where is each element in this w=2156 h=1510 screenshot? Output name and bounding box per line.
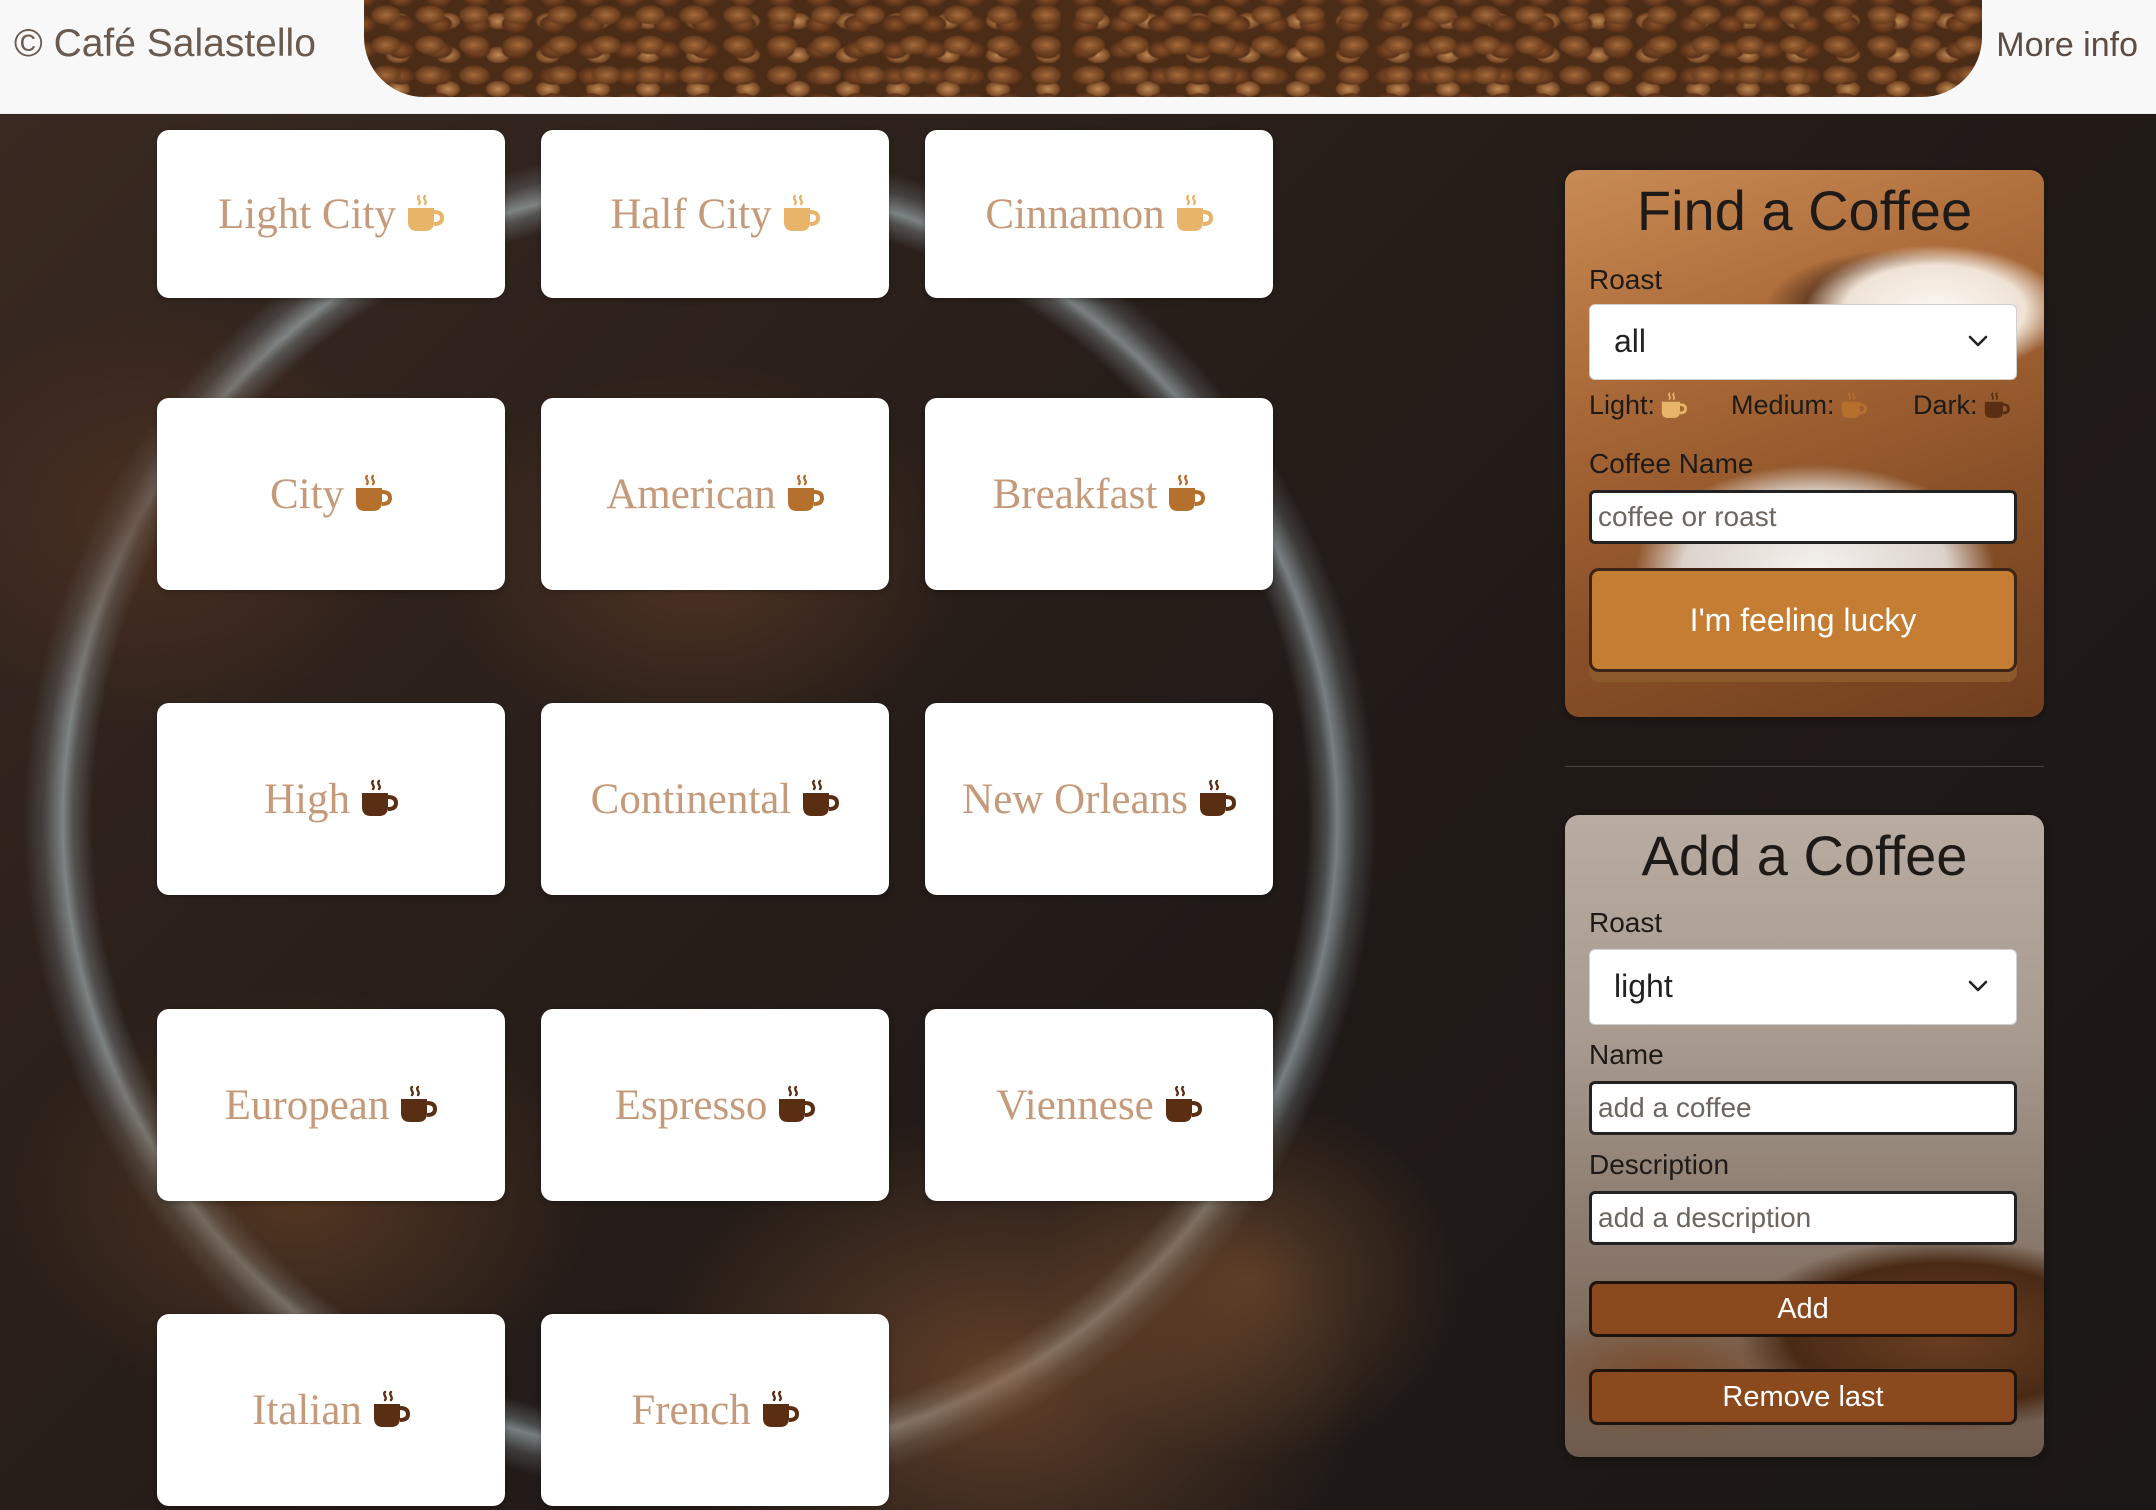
coffee-card[interactable]: European (157, 1009, 505, 1201)
coffee-card[interactable]: American (541, 398, 889, 590)
add-roast-select[interactable]: light (1589, 949, 2017, 1025)
dark-cup-icon (1984, 392, 2010, 418)
chevron-down-icon (1968, 980, 1988, 992)
coffee-name: Cinnamon (985, 190, 1165, 238)
find-roast-value: all (1614, 323, 1647, 359)
coffee-name: American (606, 470, 776, 518)
coffee-name: Half City (610, 190, 772, 238)
dark-cup-icon (1199, 779, 1236, 816)
coffee-name: New Orleans (962, 775, 1188, 823)
add-name-input[interactable] (1589, 1081, 2017, 1135)
legend-light: Light: (1589, 390, 1688, 421)
coffee-name: Breakfast (992, 470, 1158, 518)
medium-cup-icon (356, 474, 393, 511)
light-cup-icon (1661, 392, 1688, 418)
coffee-name: High (264, 775, 350, 823)
coffee-name: French (631, 1386, 751, 1434)
add-roast-value: light (1614, 968, 1673, 1004)
coffee-name-input[interactable] (1589, 490, 2017, 544)
coffee-card[interactable]: Half City (541, 130, 889, 298)
coffee-card[interactable]: Italian (157, 1314, 505, 1506)
light-cup-icon (783, 194, 820, 231)
add-name-label: Name (1589, 1039, 1664, 1070)
legend-light-label: Light: (1589, 390, 1656, 420)
coffee-card[interactable]: High (157, 703, 505, 895)
dark-cup-icon (401, 1085, 438, 1122)
legend-dark-label: Dark: (1913, 390, 1978, 420)
find-roast-label: Roast (1589, 264, 1663, 295)
coffee-name-label: Coffee Name (1589, 448, 1754, 479)
coffee-name: City (269, 470, 345, 518)
legend-medium: Medium: (1731, 390, 1867, 421)
top-header: © Café Salastello More info (0, 0, 2156, 114)
coffee-card[interactable]: City (157, 398, 505, 590)
dark-cup-icon (1165, 1085, 1202, 1122)
roast-legend: Light: Medium: Dark: (1589, 390, 2019, 426)
remove-last-button[interactable]: Remove last (1589, 1369, 2017, 1425)
coffee-name: European (224, 1081, 390, 1129)
coffee-card[interactable]: French (541, 1314, 889, 1506)
medium-cup-icon (1169, 474, 1206, 511)
coffee-card[interactable]: Viennese (925, 1009, 1273, 1201)
dark-cup-icon (762, 1390, 799, 1427)
medium-cup-icon (1841, 392, 1867, 418)
add-panel-title: Add a Coffee (1641, 824, 1968, 887)
legend-dark: Dark: (1913, 390, 2010, 421)
dark-cup-icon (373, 1390, 410, 1427)
chevron-down-icon (1968, 335, 1988, 347)
coffee-card[interactable]: Espresso (541, 1009, 889, 1201)
coffee-name: Italian (252, 1386, 362, 1434)
coffee-card[interactable]: New Orleans (925, 703, 1273, 895)
dark-cup-icon (803, 779, 840, 816)
add-coffee-panel: Add a Coffee Roast light Name Descriptio… (1565, 815, 2044, 1457)
find-roast-select[interactable]: all (1589, 304, 2017, 380)
coffee-card[interactable]: Continental (541, 703, 889, 895)
coffee-name: Viennese (996, 1081, 1154, 1129)
coffee-card[interactable]: Cinnamon (925, 130, 1273, 298)
brand-title: © Café Salastello (14, 22, 316, 65)
dark-cup-icon (362, 779, 398, 816)
feeling-lucky-button[interactable]: I'm feeling lucky (1589, 568, 2017, 672)
medium-cup-icon (787, 474, 824, 511)
add-roast-label: Roast (1589, 907, 1663, 938)
coffee-name: Light City (218, 190, 396, 238)
description-input[interactable] (1589, 1191, 2017, 1245)
dark-cup-icon (779, 1085, 816, 1122)
find-panel-title: Find a Coffee (1636, 179, 1973, 242)
coffee-name: Continental (590, 775, 792, 823)
coffee-beans-banner (364, 0, 1982, 97)
coffee-card[interactable]: Breakfast (925, 398, 1273, 590)
coffee-card[interactable]: Light City (157, 130, 505, 298)
coffee-name: Espresso (614, 1081, 768, 1129)
light-cup-icon (1176, 194, 1213, 231)
light-cup-icon (407, 194, 444, 231)
legend-medium-label: Medium: (1731, 390, 1835, 420)
description-label: Description (1589, 1149, 1730, 1180)
more-info-link[interactable]: More info (1996, 26, 2138, 65)
add-coffee-button[interactable]: Add (1589, 1281, 2017, 1337)
find-coffee-panel: Find a Coffee Roast all Light: Medium: D… (1565, 170, 2044, 717)
panel-divider (1565, 766, 2044, 767)
